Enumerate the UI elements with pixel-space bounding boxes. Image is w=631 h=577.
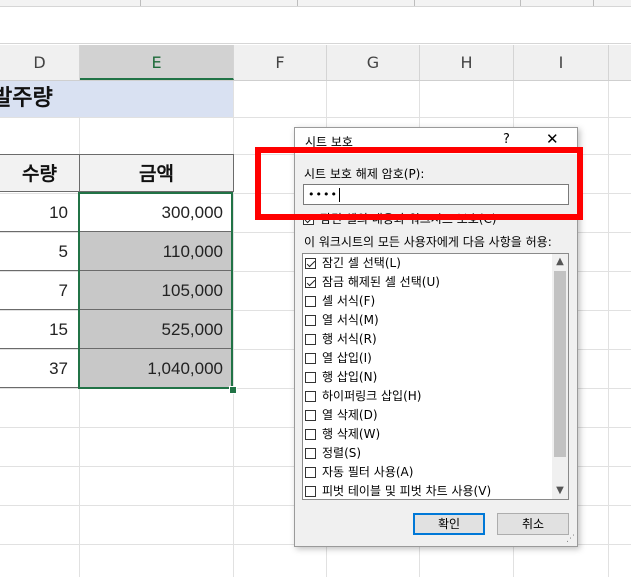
permission-label: 열 삭제(D) [322, 408, 378, 422]
permission-option[interactable]: 피벗 테이블 및 피벗 차트 사용(V) [305, 482, 492, 499]
permission-option[interactable]: 잠긴 셀 선택(L) [305, 254, 401, 273]
column-header-i[interactable]: I [514, 45, 609, 80]
permission-option[interactable]: 정렬(S) [305, 444, 361, 463]
protect-contents-checkbox[interactable]: 잠긴 셀의 내용과 워크시트 보호(C) [303, 210, 497, 226]
permission-option[interactable]: 열 서식(M) [305, 311, 379, 330]
qty-cell[interactable]: 37 [0, 349, 79, 388]
fill-handle[interactable] [229, 386, 237, 394]
checkbox-icon[interactable] [305, 353, 316, 364]
amount-cell[interactable]: 110,000 [79, 232, 233, 271]
password-input[interactable]: •••• [303, 184, 569, 205]
cancel-button[interactable]: 취소 [497, 513, 569, 535]
permission-label: 행 서식(R) [322, 332, 377, 346]
password-label: 시트 보호 해제 암호(P): [304, 167, 425, 181]
protect-contents-label: 잠긴 셀의 내용과 워크시트 보호(C) [320, 212, 497, 226]
permission-label: 정렬(S) [322, 446, 362, 460]
checkbox-icon[interactable] [305, 296, 316, 307]
resize-grip-icon[interactable]: ⋰ [566, 534, 575, 544]
amount-cell[interactable]: 105,000 [79, 271, 233, 310]
dialog-titlebar[interactable]: 시트 보호 ? ✕ [295, 128, 577, 154]
qty-cell[interactable]: 5 [0, 232, 79, 271]
checkbox-icon[interactable] [305, 448, 316, 459]
ribbon-divider [297, 0, 298, 6]
close-icon[interactable]: ✕ [546, 130, 559, 148]
permission-label: 셀 서식(F) [322, 294, 376, 308]
checkbox-icon[interactable] [305, 391, 316, 402]
ribbon-divider [593, 0, 594, 6]
permission-label: 열 서식(M) [322, 313, 379, 327]
permission-option[interactable]: 하이퍼링크 삽입(H) [305, 387, 421, 406]
password-value: •••• [308, 188, 338, 201]
permission-option[interactable]: 잠금 해제된 셀 선택(U) [305, 273, 440, 292]
checkbox-icon[interactable] [305, 429, 316, 440]
permission-option[interactable]: 행 삽입(N) [305, 368, 377, 387]
amount-cell[interactable]: 1,040,000 [79, 349, 233, 388]
column-header-bar: D E F G H I [0, 45, 631, 81]
formula-bar-area[interactable] [0, 7, 631, 44]
allow-label: 이 워크시트의 모든 사용자에게 다음 사항을 허용: [304, 235, 552, 249]
qty-cell[interactable]: 10 [0, 193, 79, 232]
column-header-g[interactable]: G [327, 45, 420, 80]
protect-sheet-dialog: 시트 보호 ? ✕ 시트 보호 해제 암호(P): •••• 잠긴 셀의 내용과… [294, 127, 578, 547]
dialog-title: 시트 보호 [305, 135, 353, 149]
checkbox-icon[interactable] [305, 334, 316, 345]
permission-option[interactable]: 열 삭제(D) [305, 406, 378, 425]
ribbon-divider [140, 0, 141, 6]
permission-label: 행 삽입(N) [322, 370, 378, 384]
permission-label: 잠긴 셀 선택(L) [322, 256, 401, 270]
qty-header[interactable]: 수량 [0, 154, 80, 192]
sheet-title: 발주량 [0, 86, 53, 111]
column-header-h[interactable]: H [420, 45, 514, 80]
permission-label: 잠금 해제된 셀 선택(U) [322, 275, 440, 289]
scroll-thumb[interactable] [554, 271, 566, 457]
qty-cell[interactable]: 7 [0, 271, 79, 310]
ribbon-divider [414, 0, 415, 6]
scroll-up-icon[interactable]: ▲ [552, 254, 568, 270]
amount-cell[interactable]: 525,000 [79, 310, 233, 349]
checkbox-icon[interactable] [305, 315, 316, 326]
column-header-d[interactable]: D [0, 45, 80, 80]
permission-label: 피벗 테이블 및 피벗 차트 사용(V) [322, 484, 492, 498]
permission-option[interactable]: 셀 서식(F) [305, 292, 375, 311]
checkbox-checked-icon[interactable] [305, 258, 316, 269]
list-scrollbar[interactable]: ▲ ▼ [552, 254, 568, 499]
qty-cell[interactable]: 15 [0, 310, 79, 349]
permission-label: 열 삽입(I) [322, 351, 372, 365]
checkbox-checked-icon[interactable] [305, 277, 316, 288]
column-header-f[interactable]: F [234, 45, 327, 80]
checkbox-icon[interactable] [305, 467, 316, 478]
scroll-down-icon[interactable]: ▼ [552, 483, 568, 499]
permission-option[interactable]: 행 삭제(W) [305, 425, 380, 444]
amount-cell[interactable]: 300,000 [79, 193, 233, 232]
permissions-list[interactable]: 잠긴 셀 선택(L) 잠금 해제된 셀 선택(U) 셀 서식(F) 열 서식(M… [302, 253, 569, 500]
column-header-e[interactable]: E [80, 45, 234, 80]
ribbon-divider [520, 0, 521, 6]
amount-header[interactable]: 금액 [79, 154, 234, 192]
help-button[interactable]: ? [503, 132, 510, 147]
checkbox-icon[interactable] [305, 486, 316, 497]
permission-label: 하이퍼링크 삽입(H) [322, 389, 422, 403]
checkbox-icon[interactable] [305, 410, 316, 421]
text-caret [338, 188, 340, 202]
ok-button[interactable]: 확인 [413, 513, 485, 535]
permission-option[interactable]: 행 서식(R) [305, 330, 377, 349]
checkbox-checked-icon [303, 214, 314, 225]
permission-option[interactable]: 자동 필터 사용(A) [305, 463, 413, 482]
permission-label: 행 삭제(W) [322, 427, 381, 441]
permission-option[interactable]: 열 삽입(I) [305, 349, 372, 368]
ribbon-strip [0, 0, 631, 7]
checkbox-icon[interactable] [305, 372, 316, 383]
permission-label: 자동 필터 사용(A) [322, 465, 414, 479]
